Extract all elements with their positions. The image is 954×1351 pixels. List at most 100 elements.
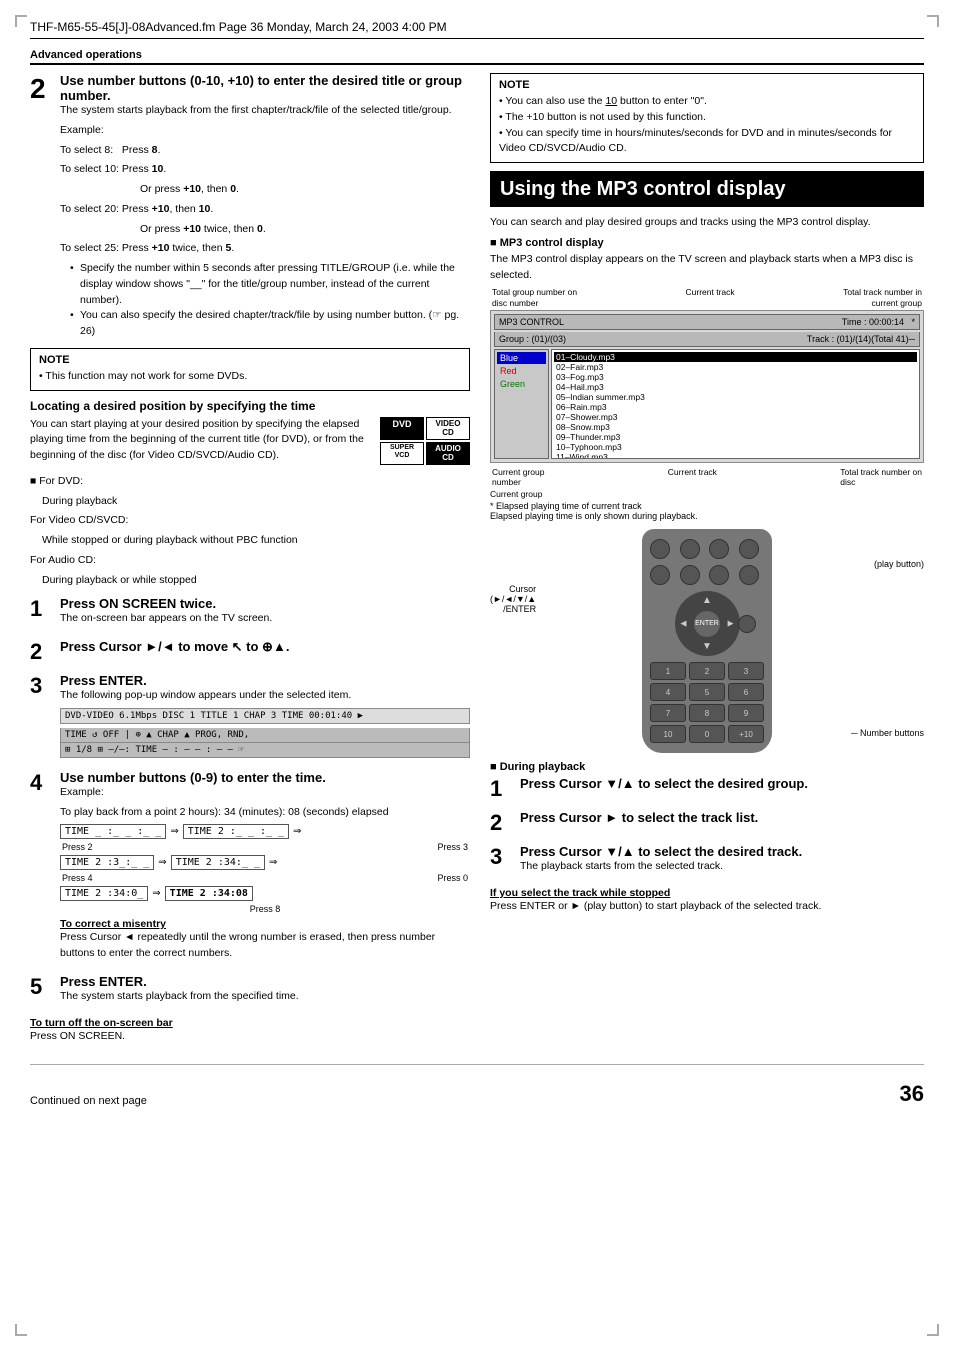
remote-btn-6[interactable]: [680, 565, 700, 585]
step2b-number: 2: [30, 639, 60, 665]
step2b-heading: Press Cursor ►/◄ to move ↖ to ⊕▲.: [60, 639, 470, 655]
format-badges: DVD VIDEOCD SUPERVCD AUDIOCD: [380, 417, 470, 465]
press2-label: Press 2: [62, 842, 93, 852]
remote-body: ▲ ▼ ◄ ► ENTER 1 2 3 4: [642, 529, 772, 753]
step5-body: The system starts playback from the spec…: [60, 989, 470, 1005]
step2-ex4: To select 25: Press +10 twice, then 5.: [60, 241, 470, 257]
dvd-bar1: DVD-VIDEO 6.1Mbps DISC 1 TITLE 1 CHAP 3 …: [60, 708, 470, 724]
num-btn-0[interactable]: 0: [689, 725, 725, 743]
time-box-2a: TIME 2 :3_:_ _: [60, 855, 154, 870]
num-btn-10[interactable]: 10: [650, 725, 686, 743]
during-or-stopped: During playback or while stopped: [42, 573, 470, 589]
time-row-2-labels: Press 4 Press 0: [60, 873, 470, 883]
pb-step1-container: 1 Press Cursor ▼/▲ to select the desired…: [490, 776, 924, 802]
remote-btn-7[interactable]: [709, 565, 729, 585]
num-btn-9[interactable]: 9: [728, 704, 764, 722]
num-btn-3[interactable]: 3: [728, 662, 764, 680]
corner-mark-br: [927, 1324, 939, 1336]
mp3-track-06: 06–Rain.mp3: [554, 402, 917, 412]
remote-btn-8[interactable]: [739, 565, 759, 585]
page-number: 36: [900, 1081, 924, 1107]
mp3-control-heading: ■ MP3 control display: [490, 237, 924, 249]
pb-step2-heading: Press Cursor ► to select the track list.: [520, 810, 924, 825]
turn-off-body: Press ON SCREEN.: [30, 1029, 470, 1045]
left-column: 2 Use number buttons (0-10, +10) to ente…: [30, 73, 470, 1048]
step5-container: 5 Press ENTER. The system starts playbac…: [30, 974, 470, 1009]
mp3-display-container: MP3 CONTROL Time : 00:00:14 * Group : (0…: [490, 310, 924, 463]
arrow-2: ⇒: [158, 857, 166, 868]
section-label: Advanced operations: [30, 49, 924, 65]
remote-btn-5[interactable]: [650, 565, 670, 585]
step3-content: Press ENTER. The following pop-up window…: [60, 673, 470, 762]
main-content: 2 Use number buttons (0-10, +10) to ente…: [30, 73, 924, 1048]
locating-text: You can start playing at your desired po…: [30, 417, 372, 464]
num-btn-7[interactable]: 7: [650, 704, 686, 722]
mp3-bottom-mid: Current track: [668, 467, 717, 487]
mp3-bottom-left: Current groupnumber: [492, 467, 544, 487]
num-btn-plus10[interactable]: +10: [728, 725, 764, 743]
pb-step3-heading: Press Cursor ▼/▲ to select the desired t…: [520, 844, 924, 859]
time-box-3a: TIME 2 :34:0_: [60, 886, 148, 901]
mp3-section-title: Using the MP3 control display: [500, 177, 914, 201]
step2-body: The system starts playback from the firs…: [60, 103, 470, 119]
right-note-3: You can specify time in hours/minutes/se…: [499, 126, 915, 158]
mp3-intro: You can search and play desired groups a…: [490, 215, 924, 231]
num-btn-4[interactable]: 4: [650, 683, 686, 701]
mp3-label-total-group: Total group number on: [492, 287, 577, 297]
mp3-track-04: 04–Hail.mp3: [554, 382, 917, 392]
dvd-bar2: TIME ↺ OFF | ⊕ ▲ CHAP ▲ PROG, RND,: [60, 728, 470, 743]
dpad-ring[interactable]: ▲ ▼ ◄ ► ENTER: [675, 591, 740, 656]
pb-step1-content: Press Cursor ▼/▲ to select the desired g…: [520, 776, 924, 802]
press8-label: Press 8: [60, 904, 470, 914]
num-btn-2[interactable]: 2: [689, 662, 725, 680]
pb-step2-content: Press Cursor ► to select the track list.: [520, 810, 924, 836]
number-buttons-label: ─ Number buttons: [851, 728, 924, 738]
num-btn-8[interactable]: 8: [689, 704, 725, 722]
num-btn-6[interactable]: 6: [728, 683, 764, 701]
mp3-track-09: 09–Thunder.mp3: [554, 432, 917, 442]
step1-container: 1 Press ON SCREEN twice. The on-screen b…: [30, 596, 470, 631]
mp3-color-blue: Blue: [497, 352, 546, 364]
correct-body: Press Cursor ◄ repeatedly until the wron…: [60, 930, 470, 962]
step2-ex2b: Or press +10, then 0.: [140, 182, 470, 198]
locating-heading: Locating a desired position by specifyin…: [30, 399, 470, 413]
mp3-label-total-track: Total track number in: [843, 287, 922, 297]
step4-number: 4: [30, 770, 60, 966]
cursor-label: Cursor(►/◄/▼/▲/ENTER: [490, 584, 536, 614]
arrow-3: ⇒: [152, 888, 160, 899]
pb-step3-body: The playback starts from the selected tr…: [520, 859, 924, 875]
pb-step3-num: 3: [490, 844, 520, 879]
play-button-label: (play button): [874, 559, 924, 569]
step2-example-label: Example:: [60, 123, 470, 139]
mp3-labels-row2: disc number current group: [490, 298, 924, 308]
correct-heading: To correct a misentry: [60, 918, 470, 930]
format-badges-container: DVD VIDEOCD SUPERVCD AUDIOCD: [380, 417, 470, 465]
time-row-3: TIME 2 :34:0_ ⇒ TIME 2 :34:08: [60, 886, 470, 901]
arrow-2b: ⇒: [269, 857, 277, 868]
elapsed-note: * Elapsed playing time of current track …: [490, 501, 924, 521]
dpad-center-enter[interactable]: ENTER: [694, 611, 720, 637]
step4-container: 4 Use number buttons (0-9) to enter the …: [30, 770, 470, 966]
step2-ex1: To select 8: Press 8.: [60, 143, 470, 159]
play-button[interactable]: [738, 615, 756, 633]
step3-heading: Press ENTER.: [60, 673, 470, 688]
right-note-box: NOTE You can also use the 10 button to e…: [490, 73, 924, 163]
num-btn-5[interactable]: 5: [689, 683, 725, 701]
step2b-container: 2 Press Cursor ►/◄ to move ↖ to ⊕▲.: [30, 639, 470, 665]
remote-btn-2[interactable]: [680, 539, 700, 559]
pb-step1-num: 1: [490, 776, 520, 802]
remote-btn-1[interactable]: [650, 539, 670, 559]
time-box-3b: TIME 2 :34:08: [165, 886, 253, 901]
time-box-2b: TIME 2 :34:_ _: [171, 855, 265, 870]
remote-btn-3[interactable]: [709, 539, 729, 559]
remote-btn-4[interactable]: [739, 539, 759, 559]
badge-dvd: DVD: [380, 417, 424, 440]
mp3-label-current-track: Current track: [686, 287, 735, 297]
mp3-label-current-group: current group: [871, 298, 922, 308]
dvd-bar3: ⊞ 1/8 ⊞ –/–: TIME – : – – : – – ☞: [60, 743, 470, 758]
corner-mark-tr: [927, 15, 939, 27]
num-btn-1[interactable]: 1: [650, 662, 686, 680]
mp3-left-panel: Blue Red Green: [494, 349, 549, 459]
locating-intro-row: You can start playing at your desired po…: [30, 417, 470, 468]
step1-number: 1: [30, 596, 60, 631]
